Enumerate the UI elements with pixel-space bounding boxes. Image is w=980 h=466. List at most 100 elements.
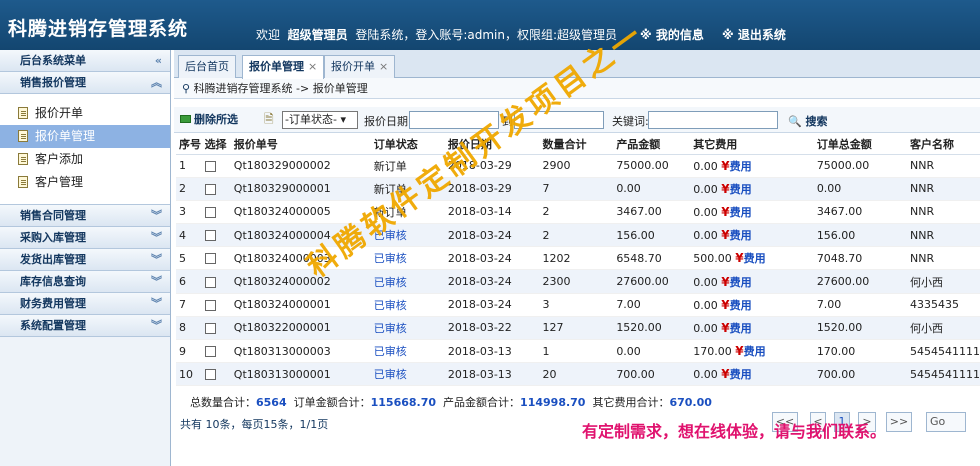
order-status-select[interactable]: -订单状态- ▾: [282, 111, 358, 129]
row-checkbox[interactable]: [204, 346, 216, 358]
customer-name: 4335435: [907, 293, 980, 317]
table-row[interactable]: 5 Qt180324000003 已审核 2018-03-24 1202 6548.70 5…: [176, 246, 980, 271]
fee-link[interactable]: 费用: [744, 252, 766, 265]
table-row[interactable]: 8 Qt180322000001 已审核 2018-03-22 127 1520.00 0.…: [176, 316, 980, 341]
col-header: 报价日期: [444, 134, 540, 155]
row-select: [201, 154, 231, 178]
row-checkbox[interactable]: [204, 253, 216, 265]
date-to-input[interactable]: [514, 111, 604, 129]
row-checkbox[interactable]: [204, 160, 216, 172]
logout-link[interactable]: ※ 退出系统: [722, 26, 786, 43]
menu-group-inventory[interactable]: 库存信息查询 ︾: [0, 271, 170, 293]
yen-icon: ¥: [721, 181, 730, 196]
sidebar-item-customer-add[interactable]: 客户添加: [0, 148, 170, 171]
sidebar-item-customer-manage[interactable]: 客户管理: [0, 171, 170, 194]
customer-name: NNR: [907, 200, 980, 225]
sidebar: 后台系统菜单 « 销售报价管理 ︽ 报价开单 报价单管理 客户添加 客户管理 销…: [0, 50, 171, 466]
row-no: 2: [176, 177, 202, 201]
fee-link[interactable]: 费用: [730, 160, 752, 173]
quote-date: 2018-03-24: [444, 246, 540, 271]
tab-label: 后台首页: [185, 60, 229, 73]
table-row[interactable]: 2 Qt180329000001 新订单 2018-03-29 7 0.00 0.00 ¥费…: [176, 177, 980, 201]
table-row[interactable]: 4 Qt180324000004 已审核 2018-03-24 2 156.00 0.00 …: [176, 223, 980, 248]
go-button[interactable]: Go: [926, 412, 966, 432]
other-fee-cell: 0.00 ¥费用: [690, 316, 814, 341]
col-header: 数量合计: [539, 134, 614, 155]
search-button[interactable]: 🔍 搜索: [788, 113, 828, 129]
menu-group-system[interactable]: 系统配置管理 ︾: [0, 315, 170, 337]
table-row[interactable]: 3 Qt180324000005 新订单 2018-03-14 2 3467.00 0.00…: [176, 200, 980, 225]
col-header: 序号: [176, 134, 202, 155]
fee-link[interactable]: 费用: [730, 322, 752, 335]
other-fee-value: 170.00: [693, 345, 732, 359]
customer-name: NNR: [907, 177, 980, 201]
delete-selected-button[interactable]: 删除所选: [180, 111, 238, 127]
date-from-input[interactable]: [409, 111, 499, 129]
table-row[interactable]: 6 Qt180324000002 已审核 2018-03-24 2300 27600.00…: [176, 269, 980, 294]
fee-link[interactable]: 费用: [730, 368, 752, 381]
order-total: 0.00: [813, 177, 907, 201]
other-fee-cell: 500.00 ¥费用: [690, 246, 814, 271]
fee-link[interactable]: 费用: [730, 229, 752, 242]
fee-link[interactable]: 费用: [744, 345, 766, 358]
row-no: 1: [176, 154, 202, 178]
order-status: 已审核: [370, 339, 445, 364]
sidebar-item-label: 客户管理: [35, 175, 84, 189]
tab-quote-create[interactable]: 报价开单 ×: [324, 55, 396, 78]
table-row[interactable]: 10 Qt180313000001 已审核 2018-03-13 20 700.00 0.0…: [176, 362, 980, 387]
table-row[interactable]: 1 Qt180329000002 新订单 2018-03-29 2900 75000.00…: [176, 154, 980, 178]
breadcrumb: ⚲ 科腾进销存管理系统 -> 报价单管理: [174, 78, 980, 99]
customer-name: 5454541111: [907, 339, 980, 364]
table-body: 1 Qt180329000002 新订单 2018-03-29 2900 75000.00…: [176, 154, 980, 387]
quote-date: 2018-03-29: [444, 154, 540, 178]
row-select: [201, 269, 231, 294]
col-header: 产品金额: [613, 134, 691, 155]
table-row[interactable]: 7 Qt180324000001 已审核 2018-03-24 3 7.00 0.00 ¥费…: [176, 293, 980, 317]
menu-group-finance[interactable]: 财务费用管理 ︾: [0, 293, 170, 315]
customer-name: 何小西: [907, 316, 980, 341]
collapse-sidebar-icon[interactable]: «: [155, 50, 162, 72]
row-select: [201, 246, 231, 271]
fee-link[interactable]: 费用: [730, 183, 752, 196]
fee-link[interactable]: 费用: [730, 206, 752, 219]
row-checkbox[interactable]: [204, 276, 216, 288]
last-page-button[interactable]: >>: [886, 412, 912, 432]
row-checkbox[interactable]: [204, 369, 216, 381]
menu-group-purchase[interactable]: 采购入库管理 ︾: [0, 227, 170, 249]
tab-home[interactable]: 后台首页: [178, 55, 236, 78]
welcome-prefix: 欢迎: [256, 28, 281, 42]
quantity-total: 3: [539, 293, 614, 317]
my-info-link[interactable]: ※ 我的信息: [640, 26, 704, 43]
search-label: 搜索: [805, 115, 828, 128]
row-checkbox[interactable]: [204, 183, 216, 195]
other-fee-value: 0.00: [693, 229, 718, 243]
menu-group-sales-quote[interactable]: 销售报价管理 ︽: [0, 72, 170, 94]
menu-group-shipping[interactable]: 发货出库管理 ︾: [0, 249, 170, 271]
menu-group-label: 销售报价管理: [20, 76, 86, 89]
row-checkbox[interactable]: [204, 322, 216, 334]
table-row[interactable]: 9 Qt180313000003 已审核 2018-03-13 1 0.00 170.00 …: [176, 339, 980, 364]
row-checkbox[interactable]: [204, 230, 216, 242]
other-fee-cell: 0.00 ¥费用: [690, 293, 814, 317]
to-label: 到: [502, 115, 513, 128]
close-icon[interactable]: ×: [379, 60, 388, 73]
close-icon[interactable]: ×: [308, 60, 317, 73]
menu-group-label: 系统配置管理: [20, 319, 86, 332]
tab-quote-manage[interactable]: 报价单管理 ×: [242, 55, 325, 79]
product-amount: 700.00: [613, 362, 691, 387]
sidebar-menu-title[interactable]: 后台系统菜单 «: [0, 50, 170, 72]
fee-link[interactable]: 费用: [730, 276, 752, 289]
other-fee-value: 0.00: [693, 182, 718, 196]
product-amount: 0.00: [613, 177, 691, 201]
order-total: 7048.70: [813, 246, 907, 271]
keyword-input[interactable]: [648, 111, 778, 129]
total-product-value: 114998.70: [520, 396, 586, 409]
sidebar-item-quote-manage[interactable]: 报价单管理: [0, 125, 170, 148]
sidebar-menu-title-label: 后台系统菜单: [20, 54, 86, 67]
fee-link[interactable]: 费用: [730, 299, 752, 312]
sidebar-item-quote-create[interactable]: 报价开单: [0, 102, 170, 125]
order-status: 已审核: [370, 362, 445, 387]
row-checkbox[interactable]: [204, 206, 216, 218]
menu-group-sales-contract[interactable]: 销售合同管理 ︾: [0, 205, 170, 227]
row-checkbox[interactable]: [204, 299, 216, 311]
